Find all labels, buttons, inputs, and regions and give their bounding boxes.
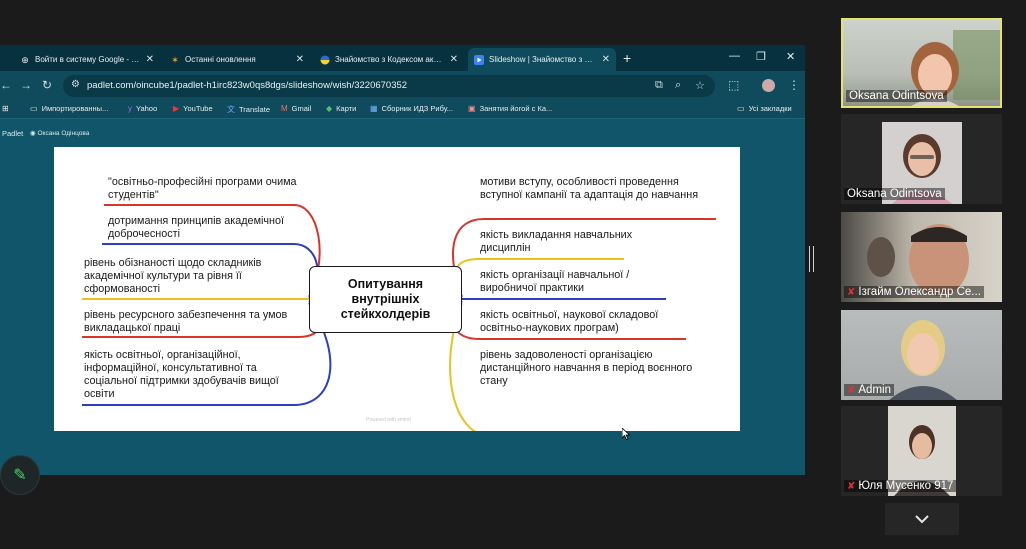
xmind-watermark: Powered with xmind bbox=[366, 417, 411, 423]
restore-icon[interactable]: ❐ bbox=[756, 50, 766, 63]
profile-avatar-icon[interactable] bbox=[762, 79, 775, 92]
site-info-icon[interactable]: ⚙ bbox=[71, 79, 80, 90]
bookmark-imported[interactable]: ▭ Импортированны... bbox=[30, 104, 108, 113]
chevron-down-icon bbox=[915, 515, 929, 524]
topic-left-2: дотримання принципів академічної доброче… bbox=[108, 215, 284, 240]
reload-icon[interactable]: ↻ bbox=[42, 78, 52, 92]
new-tab-icon[interactable]: + bbox=[623, 50, 631, 66]
participant-name: Oksana Odintsova bbox=[844, 188, 945, 200]
bookmarks-bar: ⊞ ▭ Импортированны... y Yahoo ▶ YouTube 文 Tr… bbox=[0, 101, 805, 119]
author-avatar-icon: ◉ bbox=[30, 130, 36, 137]
padlet-logo[interactable]: Padlet bbox=[2, 129, 23, 138]
topic-right-1: мотиви вступу, особливості проведення вс… bbox=[480, 176, 699, 201]
topic-right-2: якість викладання навчальних дисциплін bbox=[480, 229, 633, 254]
address-bar-row: ← → ↻ ⚙ padlet.com/oincube1/padlet-h1irc… bbox=[0, 71, 805, 101]
close-tab-icon[interactable]: ✕ bbox=[296, 54, 304, 65]
browser-tab-zoom[interactable]: ⊕ Войти в систему Google - Zoom ✕ bbox=[14, 48, 160, 71]
author-name: ◉ Оксана Одінцова bbox=[30, 130, 90, 137]
grid-icon: ▦ bbox=[370, 104, 378, 113]
mic-muted-icon: ✘ bbox=[847, 480, 856, 492]
participant-tile-1[interactable]: Oksana Odintsova bbox=[841, 18, 1002, 108]
close-tab-icon[interactable]: ✕ bbox=[602, 54, 610, 65]
apps-grid-icon[interactable]: ⊞ bbox=[2, 104, 9, 113]
folder-icon: ▭ bbox=[737, 104, 745, 113]
browser-tab-updates[interactable]: ✶ Останні оновлення ✕ bbox=[164, 48, 310, 71]
slideshow-icon bbox=[474, 54, 484, 65]
participant-tile-3[interactable]: ✘ Ізгайм Олександр Се... bbox=[841, 212, 1002, 302]
mic-muted-icon: ✘ bbox=[847, 384, 856, 396]
extensions-icon[interactable]: ⬚ bbox=[728, 78, 739, 92]
zoom-icon: ⊕ bbox=[21, 54, 29, 65]
topic-left-4: рівень ресурсного забезпечення та умов в… bbox=[84, 309, 288, 334]
topic-right-4: якість освітньої, наукової складової осв… bbox=[480, 309, 659, 334]
install-app-icon[interactable]: ⧉ bbox=[655, 79, 663, 92]
bookmark-translate[interactable]: 文 Translate bbox=[227, 104, 270, 115]
padlet-header: Padlet ◉ Оксана Одінцова bbox=[0, 120, 805, 144]
bookmark-gmail[interactable]: M Gmail bbox=[281, 104, 311, 113]
panel-resize-handle[interactable] bbox=[809, 246, 814, 272]
topic-left-5: якість освітньої, організаційної, інформ… bbox=[84, 349, 279, 400]
pencil-icon: ✎ bbox=[13, 467, 27, 484]
menu-kebab-icon[interactable]: ⋮ bbox=[788, 78, 800, 92]
topic-right-3: якість організації навчальної / виробнич… bbox=[480, 269, 630, 294]
topic-right-5: рівень задоволеності організацією дистан… bbox=[480, 349, 693, 387]
topic-left-1: "освітньо-професійні програми очима студ… bbox=[108, 176, 297, 201]
zoom-page-icon[interactable]: ⌕ bbox=[675, 79, 681, 92]
folder-icon: ▭ bbox=[30, 104, 38, 113]
annotate-pencil-button[interactable]: ✎ bbox=[0, 455, 40, 495]
bookmark-collection[interactable]: ▦ Сборник ИДЗ Рибу... bbox=[370, 104, 453, 113]
participant-name: Oksana Odintsova bbox=[846, 90, 947, 102]
all-bookmarks[interactable]: ▭ Усі закладки bbox=[737, 104, 792, 113]
mouse-cursor-icon bbox=[622, 428, 630, 440]
gmail-icon: M bbox=[281, 104, 288, 113]
shared-screen: ⊕ Войти в систему Google - Zoom ✕ ✶ Оста… bbox=[0, 45, 805, 475]
browser-tab-bar: ⊕ Войти в систему Google - Zoom ✕ ✶ Оста… bbox=[0, 45, 805, 71]
yahoo-icon: y bbox=[128, 104, 132, 113]
show-more-participants-button[interactable] bbox=[885, 503, 959, 535]
browser-tab-codex[interactable]: Знайомство з Кодексом академ ✕ bbox=[314, 48, 464, 71]
minimize-icon[interactable]: — bbox=[729, 50, 740, 62]
maps-icon: ◆ bbox=[326, 104, 333, 113]
bookmark-youtube[interactable]: ▶ YouTube bbox=[173, 104, 213, 113]
youtube-icon: ▶ bbox=[173, 104, 180, 113]
close-tab-icon[interactable]: ✕ bbox=[450, 54, 458, 65]
slideshow-slide: "освітньо-професійні програми очима студ… bbox=[54, 147, 740, 431]
browser-tab-slideshow[interactable]: Slideshow | Знайомство з Кодекс ✕ bbox=[468, 48, 616, 71]
back-icon[interactable]: ← bbox=[0, 78, 12, 92]
participant-name: ✘ Юля Мусенко 917 bbox=[844, 480, 957, 492]
star-icon[interactable]: ☆ bbox=[695, 79, 705, 92]
bookmark-maps[interactable]: ◆ Карти bbox=[326, 104, 356, 113]
mindmap-central-topic: Опитування внутрішніх стейкхолдерів bbox=[309, 266, 462, 333]
participant-tile-5[interactable]: ✘ Юля Мусенко 917 bbox=[841, 406, 1002, 496]
participant-tile-2[interactable]: Oksana Odintsova bbox=[841, 114, 1002, 204]
participant-name: ✘ Admin bbox=[844, 384, 894, 396]
ukraine-flag-icon bbox=[320, 55, 330, 65]
participant-tile-4[interactable]: ✘ Admin bbox=[841, 310, 1002, 400]
translate-icon: 文 bbox=[227, 105, 235, 114]
yoga-icon: ▣ bbox=[468, 104, 476, 113]
mic-muted-icon: ✘ bbox=[847, 286, 856, 298]
url-bar[interactable]: ⚙ padlet.com/oincube1/padlet-h1irc823w0q… bbox=[63, 75, 715, 97]
forward-icon[interactable]: → bbox=[20, 78, 32, 92]
spark-icon: ✶ bbox=[171, 54, 179, 65]
participant-name: ✘ Ізгайм Олександр Се... bbox=[844, 286, 984, 298]
bookmark-yoga[interactable]: ▣ Занятия йогой с Ка... bbox=[468, 104, 552, 113]
bookmark-yahoo[interactable]: y Yahoo bbox=[128, 104, 157, 113]
close-tab-icon[interactable]: ✕ bbox=[146, 54, 154, 65]
topic-left-3: рівень обізнаності щодо складників акаде… bbox=[84, 257, 262, 295]
close-window-icon[interactable]: ✕ bbox=[786, 50, 795, 63]
